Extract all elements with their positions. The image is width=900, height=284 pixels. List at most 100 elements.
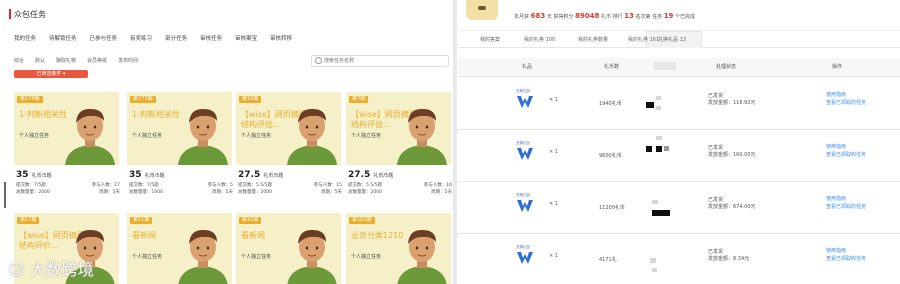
col-gift: 礼品	[522, 64, 533, 70]
gift-points: 4171礼	[599, 257, 617, 263]
task-cycle: 周期：5天	[99, 190, 120, 195]
tab-review-cases[interactable]: 审核案宝	[235, 34, 257, 42]
sort-reward[interactable]: 赚取礼物	[56, 57, 76, 64]
total-quantity: 总数量量：2000	[16, 190, 50, 195]
task-price: 27.5 礼币/5题	[348, 170, 394, 180]
task-meta: 提交数：7/5题 参与人数：5 总数量量：1000 周期：5天	[129, 182, 233, 196]
gift-logo: 兑换礼品	[516, 89, 534, 113]
row-actions: 使用指南 查看已领取的任务	[826, 247, 866, 263]
task-type: 个人独立任务	[19, 133, 50, 139]
usage-guide-link[interactable]: 使用指南	[826, 143, 866, 151]
redacted-mark	[652, 268, 657, 272]
issue-tag: 第11期	[130, 217, 153, 224]
sort-overall[interactable]: 综合	[14, 57, 24, 64]
reward-tabs: 我的答案 我的礼券 100 我的礼券数量 我的礼券 161 兑换礼品 13	[458, 31, 900, 48]
sort-publish-time[interactable]: 发布时间	[118, 57, 138, 64]
redacted-mark	[650, 258, 656, 263]
view-tasks-link[interactable]: 查看已领取的任务	[826, 151, 866, 159]
tab-my-answers[interactable]: 我的答案	[480, 36, 500, 43]
col-blurred	[654, 62, 676, 70]
gift-logo: 兑换礼品	[516, 193, 534, 217]
redacted-mark	[646, 146, 652, 152]
task-card[interactable]: 第10期 看新闻 个人独立任务	[236, 213, 341, 284]
tab-partial-tasks[interactable]: 部分任务	[165, 34, 187, 42]
task-thumbnail[interactable]: 第171期 1-判断相关性 个人独立任务	[127, 92, 232, 165]
task-thumbnail[interactable]: 第16期 【wise】网页摘要结构评估... 个人独立任务	[236, 92, 341, 165]
issue-tag: 第171期	[130, 96, 156, 103]
search-input[interactable]	[324, 56, 442, 65]
search-box	[311, 55, 449, 67]
gift-points: 1940礼币	[599, 101, 622, 107]
issue-tag: 第16期	[239, 96, 262, 103]
rank-count: 13	[624, 12, 634, 20]
redacted-mark	[656, 136, 662, 140]
sort-default[interactable]: 默认	[35, 57, 45, 64]
task-price: 35 礼币/5题	[16, 170, 52, 180]
stats-summary: 本月获 683 天 获得积分 89048 礼币 排行 13 名次第 任务 19 …	[514, 12, 696, 20]
task-type: 个人独立任务	[132, 254, 163, 260]
participant-count: 参与人数：5	[207, 183, 233, 188]
avatar-illustration	[178, 108, 228, 165]
total-quantity: 总数量量：2000	[238, 190, 272, 195]
tab-joined-tasks[interactable]: 已参与任务	[90, 34, 118, 42]
gift-logo-icon	[517, 200, 533, 212]
filter-button[interactable]: 已筛选条件 ▾	[14, 70, 88, 78]
task-cycle: 周期：5天	[321, 190, 342, 195]
task-price: 27.5 礼币/5题	[238, 170, 284, 180]
search-icon[interactable]	[315, 57, 322, 64]
tab-my-coupons[interactable]: 我的礼券 100	[524, 36, 555, 43]
task-cycle: 周期：5天	[212, 190, 233, 195]
task-thumbnail[interactable]: 第10期 看新闻 个人独立任务	[236, 213, 341, 284]
task-panel: 众包任务 我的任务 待解锁任务 已参与任务 有奖练习 部分任务 审核任务 审核案…	[0, 0, 452, 284]
scrollbar-thumb[interactable]	[4, 182, 6, 208]
sort-level[interactable]: 会员等级	[87, 57, 107, 64]
usage-guide-link[interactable]: 使用指南	[826, 247, 866, 255]
tab-review-tasks[interactable]: 审核任务	[200, 34, 222, 42]
reward-row: 兑换礼品 × 1 9600礼币 已发货 发放金额：160.00元 使用指南 查看已领取的任务	[458, 129, 900, 182]
task-type: 个人独立任务	[241, 254, 272, 260]
task-thumbnail[interactable]: 第11期 看新闻 个人独立任务	[127, 213, 232, 284]
avatar-illustration	[397, 229, 447, 284]
usage-guide-link[interactable]: 使用指南	[826, 195, 866, 203]
view-tasks-link[interactable]: 查看已领取的任务	[826, 255, 866, 263]
issue-tag: 第7期	[349, 96, 369, 103]
delivery-status: 已发货 发放金额：116.92元	[708, 93, 756, 106]
page-title: 众包任务	[9, 9, 46, 19]
participant-count: 参与人数：15	[313, 183, 342, 188]
issue-tag: 第102期	[349, 217, 375, 224]
gift-quantity: × 1	[549, 253, 558, 259]
tab-unlock-tasks[interactable]: 待解锁任务	[49, 34, 77, 42]
avatar-illustration	[397, 108, 447, 165]
task-thumbnail[interactable]: 第7期 【wise】网页摘要结构评估... 个人独立任务	[346, 92, 451, 165]
tasks-count: 19	[663, 12, 674, 20]
row-actions: 使用指南 查看已领取的任务	[826, 143, 866, 159]
tab-practice[interactable]: 有奖练习	[130, 34, 152, 42]
view-tasks-link[interactable]: 查看已领取的任务	[826, 99, 866, 107]
col-actions: 操作	[832, 64, 843, 70]
tab-review-transfer[interactable]: 审核转移	[270, 34, 292, 42]
col-status: 处理状态	[716, 64, 737, 70]
task-type: 个人独立任务	[351, 133, 382, 139]
usage-guide-link[interactable]: 使用指南	[826, 91, 866, 99]
participant-count: 参与人数：10	[423, 183, 452, 188]
issue-tag: 第10期	[239, 217, 262, 224]
task-thumbnail[interactable]: 第174期 1-判断相关性 个人独立任务	[14, 92, 119, 165]
redacted-mark	[664, 146, 669, 151]
task-card[interactable]: 第102期 业务分类1210 个人独立任务	[346, 213, 451, 284]
view-tasks-link[interactable]: 查看已领取的任务	[826, 203, 866, 211]
gift-points: 11200礼币	[599, 205, 625, 211]
redacted-mark	[652, 200, 658, 204]
task-thumbnail[interactable]: 第102期 业务分类1210 个人独立任务	[346, 213, 451, 284]
tab-coupon-count[interactable]: 我的礼券数量	[578, 36, 608, 43]
task-type: 个人独立任务	[241, 133, 272, 139]
participant-count: 参与人数：27	[91, 183, 120, 188]
tab-redeem-gifts[interactable]: 兑换礼品 13	[658, 36, 686, 43]
gift-logo: 兑换礼品	[516, 141, 534, 165]
tab-my-coupons-161[interactable]: 我的礼券 161	[628, 36, 659, 43]
tab-my-tasks[interactable]: 我的任务	[14, 34, 36, 42]
rewards-panel: 本月获 683 天 获得积分 89048 礼币 排行 13 名次第 任务 19 …	[458, 0, 900, 284]
category-tabs: 我的任务 待解锁任务 已参与任务 有奖练习 部分任务 审核任务 审核案宝 审核转…	[14, 34, 305, 42]
gift-logo-icon	[517, 252, 533, 264]
task-card[interactable]: 第11期 看新闻 个人独立任务	[127, 213, 232, 284]
stats-bar: 本月获 683 天 获得积分 89048 礼币 排行 13 名次第 任务 19 …	[458, 0, 900, 31]
